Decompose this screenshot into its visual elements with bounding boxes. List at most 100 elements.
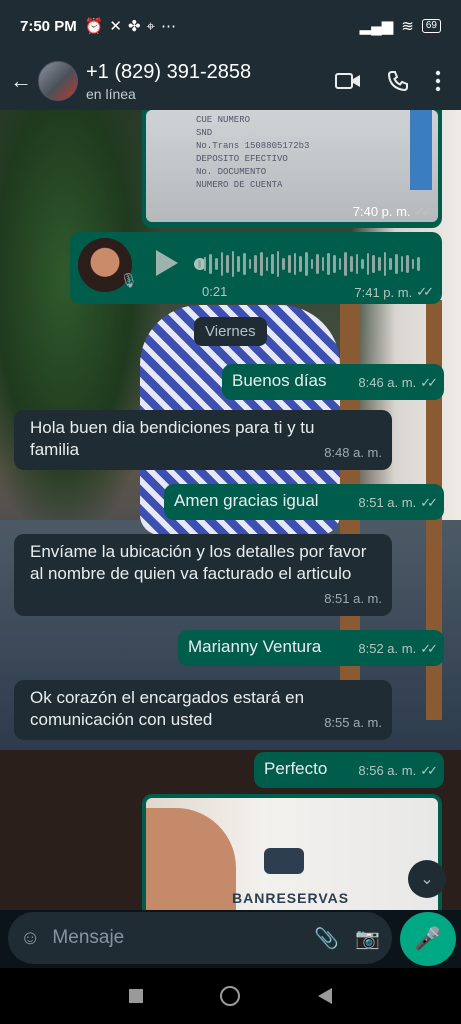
attach-icon[interactable]: 📎 — [314, 926, 339, 951]
waveform-bar — [389, 258, 392, 270]
play-icon[interactable] — [156, 250, 178, 276]
home-icon[interactable] — [220, 986, 241, 1006]
waveform-bar — [406, 255, 409, 273]
waveform-bar — [400, 256, 404, 272]
location-icon: ⌖ — [146, 17, 155, 35]
fan-icon: ✤ — [127, 18, 141, 35]
status-time: 7:50 PM — [20, 17, 77, 35]
image-message[interactable]: CUE NUMERO SND No.Trans 1508805172b3 DEP… — [142, 110, 442, 228]
waveform-bar — [394, 254, 398, 274]
waveform-bar — [299, 256, 302, 272]
waveform-bar — [214, 258, 218, 270]
message-bubble[interactable]: Marianny Ventura 8:52 a. m. ✓✓ — [178, 630, 444, 666]
voice-message[interactable]: 🎙 0:21 7:41 p. m. ✓✓ — [70, 232, 442, 304]
message-bubble[interactable]: Perfecto 8:56 a. m. ✓✓ — [254, 752, 444, 788]
message-meta: 8:51 a. m. ✓✓ — [358, 492, 438, 514]
contact-avatar[interactable] — [38, 61, 78, 101]
waveform-bar — [198, 260, 201, 268]
sync-icon: ✕ — [109, 18, 122, 35]
message-text: Envíame la ubicación y los detalles por … — [30, 542, 367, 583]
waveform-bar — [271, 254, 274, 274]
image-message[interactable]: BANRESERVAS — [142, 794, 442, 910]
waveform[interactable] — [198, 250, 420, 278]
waveform-bar — [361, 259, 364, 269]
waveform-bar — [355, 254, 359, 274]
contact-info[interactable]: +1 (829) 391-2858 en línea — [86, 61, 335, 102]
waveform-bar — [378, 257, 381, 271]
message-text: Marianny Ventura — [188, 637, 322, 656]
message-bubble[interactable]: Envíame la ubicación y los detalles por … — [14, 534, 392, 616]
day-separator: Viernes — [194, 317, 267, 346]
back-nav-icon[interactable] — [318, 988, 333, 1004]
message-text: Buenos días — [232, 371, 327, 390]
waveform-bar — [265, 257, 269, 271]
status-icons: ⏰ ✕ ✤ ⌖ ⋯ — [84, 17, 176, 36]
message-bubble[interactable]: Buenos días 8:46 a. m. ✓✓ — [222, 364, 444, 400]
waveform-bar — [383, 252, 387, 276]
message-text: Amen gracias igual — [174, 491, 319, 510]
bank-logo — [264, 848, 304, 874]
camera-icon[interactable]: 📷 — [355, 926, 380, 951]
contact-phone: +1 (829) 391-2858 — [86, 60, 252, 83]
waveform-bar — [243, 253, 246, 275]
double-check-icon: ✓✓ — [420, 375, 438, 390]
message-meta: 8:55 a. m. — [324, 715, 382, 730]
wifi-icon: ≋ — [401, 18, 414, 35]
photo-finger — [146, 808, 236, 910]
battery-icon: 69 — [421, 19, 441, 33]
waveform-bar — [226, 255, 229, 273]
message-input[interactable]: Mensaje — [52, 927, 298, 949]
alarm-icon: ⏰ — [84, 18, 104, 35]
receipt-logo — [410, 110, 432, 190]
bank-brand-text: BANRESERVAS — [232, 890, 350, 906]
system-nav-bar — [0, 968, 461, 1024]
phone-call-icon[interactable] — [387, 70, 409, 92]
waveform-bar — [209, 254, 212, 274]
waveform-bar — [203, 257, 207, 271]
message-meta: 8:46 a. m. ✓✓ — [358, 372, 438, 394]
message-meta: 7:41 p. m. ✓✓ — [354, 284, 434, 300]
waveform-bar — [304, 252, 308, 276]
waveform-bar — [231, 251, 235, 277]
microphone-icon: 🎙 — [120, 272, 138, 288]
message-meta: 7:40 p. m. ✓✓ — [352, 204, 432, 219]
contact-status: en línea — [86, 85, 136, 102]
waveform-bar — [321, 257, 325, 271]
recents-icon[interactable] — [128, 989, 143, 1003]
double-check-icon: ✓✓ — [420, 495, 438, 510]
waveform-bar — [417, 257, 420, 271]
message-bubble[interactable]: Amen gracias igual 8:51 a. m. ✓✓ — [164, 484, 444, 520]
waveform-bar — [316, 254, 319, 274]
waveform-bar — [288, 255, 291, 273]
double-check-icon: ✓✓ — [416, 284, 434, 299]
emoji-icon[interactable]: ☺ — [20, 927, 40, 950]
waveform-bar — [282, 258, 285, 270]
message-text: Ok corazón el encargados estará en comun… — [30, 688, 305, 729]
scroll-down-icon[interactable]: ⌄ — [408, 860, 446, 898]
message-bubble[interactable]: Ok corazón el encargados estará en comun… — [14, 680, 392, 740]
message-meta: 8:52 a. m. ✓✓ — [358, 638, 438, 660]
message-composer: ☺ Mensaje 📎 📷 🎤 — [0, 910, 461, 968]
microphone-icon: 🎤 — [414, 926, 442, 951]
double-check-icon: ✓✓ — [414, 204, 432, 219]
chat-area[interactable]: CUE NUMERO SND No.Trans 1508805172b3 DEP… — [0, 110, 461, 910]
waveform-bar — [293, 253, 297, 275]
message-bubble[interactable]: Hola buen dia bendiciones para ti y tu f… — [14, 410, 392, 470]
message-input-bar[interactable]: ☺ Mensaje 📎 📷 — [8, 912, 392, 964]
back-arrow-icon[interactable]: ← — [8, 68, 34, 94]
waveform-bar — [366, 253, 370, 275]
waveform-bar — [310, 259, 314, 269]
more-options-icon[interactable] — [435, 70, 441, 92]
video-call-icon[interactable] — [335, 71, 361, 91]
waveform-bar — [411, 259, 415, 269]
waveform-bar — [220, 252, 224, 276]
waveform-bar — [248, 259, 252, 269]
waveform-bar — [372, 255, 375, 273]
waveform-bar — [276, 251, 280, 277]
waveform-bar — [349, 256, 353, 272]
waveform-bar — [344, 252, 347, 276]
waveform-bar — [338, 258, 342, 270]
mic-button[interactable]: 🎤 — [400, 912, 456, 966]
more-dots-icon: ⋯ — [161, 18, 176, 35]
bank-slip-photo[interactable]: BANRESERVAS — [146, 798, 438, 910]
